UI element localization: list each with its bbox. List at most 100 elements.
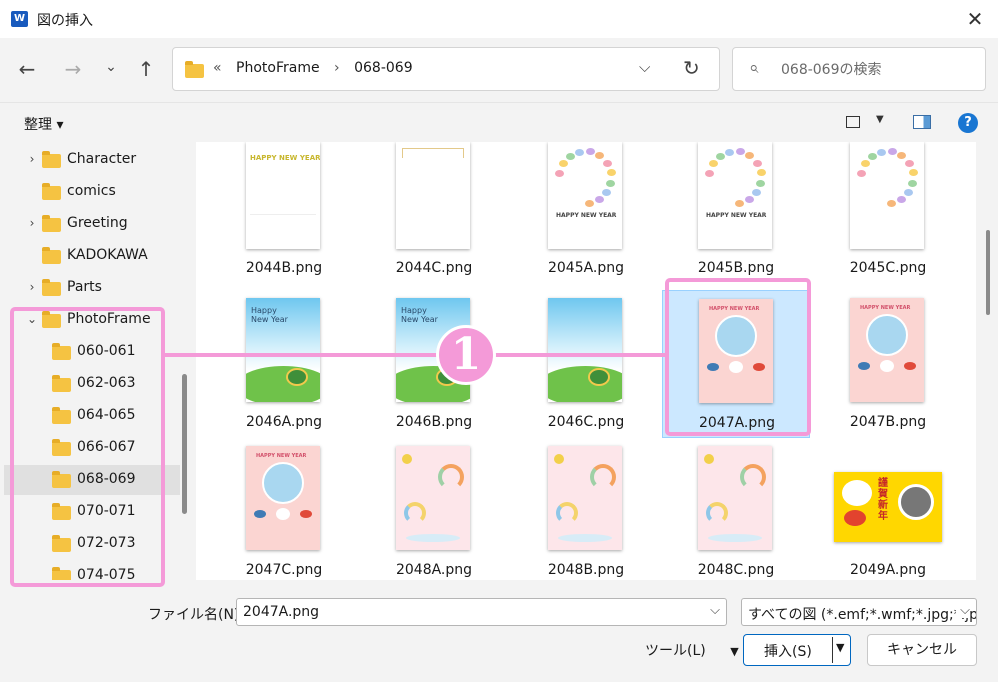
search-input[interactable] bbox=[781, 58, 971, 82]
file-thumbnail bbox=[396, 142, 470, 249]
thumb-flower bbox=[844, 510, 866, 526]
view-mode-icon[interactable] bbox=[846, 116, 860, 128]
file-item[interactable]: HAPPY NEW YEAR 2047B.png bbox=[814, 290, 962, 438]
chevron-right-icon[interactable]: › bbox=[26, 152, 38, 166]
filetype-value: すべての図 (*.emf;*.wmf;*.jpg;*.jp bbox=[748, 607, 977, 623]
thumb-leaf bbox=[606, 179, 616, 187]
thumb-rainbow bbox=[740, 464, 766, 490]
insert-dropdown-icon[interactable]: ▼ bbox=[836, 641, 844, 654]
sidebar-item-comics[interactable]: comics bbox=[4, 177, 180, 207]
view-dropdown-icon[interactable]: ▼ bbox=[876, 114, 884, 125]
tools-dropdown-icon: ▼ bbox=[730, 645, 739, 658]
file-thumbnail bbox=[698, 446, 772, 550]
chevron-right-icon[interactable]: › bbox=[334, 60, 340, 76]
file-name: 2045A.png bbox=[547, 260, 625, 276]
sidebar-item-character[interactable]: › Character bbox=[4, 145, 180, 175]
file-item[interactable]: HAPPY NEW YEAR 2047C.png bbox=[210, 438, 358, 580]
organize-button[interactable]: 整理 ▾ bbox=[24, 114, 63, 134]
file-item[interactable]: 2045C.png bbox=[814, 142, 962, 290]
address-bar[interactable]: « PhotoFrame › 068-069 ⌵ ↻ bbox=[172, 47, 720, 91]
highlight-frame-folders bbox=[10, 307, 165, 587]
preview-pane-icon[interactable] bbox=[913, 115, 931, 129]
thumb-shape bbox=[250, 214, 316, 215]
sidebar-item-parts[interactable]: › Parts bbox=[4, 273, 180, 303]
search-box[interactable]: ⌕ bbox=[732, 47, 986, 91]
navigation-bar: ← → ⌄ ↑ « PhotoFrame › 068-069 ⌵ ↻ ⌕ bbox=[0, 38, 998, 102]
file-list-scrollbar[interactable] bbox=[986, 230, 990, 315]
thumb-leaf bbox=[868, 152, 878, 160]
file-thumbnail bbox=[850, 142, 924, 249]
breadcrumb-068-069[interactable]: 068-069 bbox=[354, 60, 413, 76]
thumb-leaf bbox=[908, 179, 918, 187]
thumb-photo-circle bbox=[898, 484, 934, 520]
thumb-wreath bbox=[588, 368, 610, 386]
file-item[interactable]: 2048A.png bbox=[360, 438, 508, 580]
thumb-text: Happy New Year bbox=[401, 306, 438, 324]
sidebar-item-greeting[interactable]: › Greeting bbox=[4, 209, 180, 239]
file-name: 2047B.png bbox=[849, 414, 927, 430]
recent-locations-icon[interactable]: ⌄ bbox=[98, 54, 124, 80]
sidebar-item-label: Character bbox=[67, 151, 137, 167]
thumb-moon bbox=[402, 454, 412, 464]
thumb-leaf bbox=[594, 196, 604, 204]
filename-field[interactable]: 2047A.png ⌵ bbox=[236, 598, 727, 626]
thumb-rainbow bbox=[706, 502, 728, 524]
refresh-icon[interactable]: ↻ bbox=[683, 56, 700, 80]
thumb-cloud bbox=[708, 534, 762, 542]
breadcrumb-overflow[interactable]: « bbox=[213, 60, 222, 76]
chevron-down-icon[interactable]: ⌵ bbox=[956, 603, 970, 618]
file-item[interactable]: 謹賀新年 2049A.png bbox=[814, 438, 962, 580]
thumb-bunny bbox=[276, 508, 290, 520]
sidebar-item-kadokawa[interactable]: KADOKAWA bbox=[4, 241, 180, 271]
file-item[interactable]: Happy New Year 2046A.png bbox=[210, 290, 358, 438]
thumb-rainbow bbox=[438, 464, 464, 490]
chevron-down-icon[interactable]: ⌵ bbox=[710, 603, 720, 618]
chevron-right-icon[interactable]: › bbox=[26, 216, 38, 230]
file-name: 2048B.png bbox=[547, 562, 625, 578]
filetype-select[interactable]: すべての図 (*.emf;*.wmf;*.jpg;*.jp ⌵ bbox=[741, 598, 977, 626]
sidebar-scrollbar[interactable] bbox=[182, 374, 187, 514]
file-name: 2046A.png bbox=[245, 414, 323, 430]
file-thumbnail: Happy New Year bbox=[246, 298, 320, 402]
breadcrumb-photoframe[interactable]: PhotoFrame bbox=[236, 60, 320, 76]
breadcrumb: « PhotoFrame › 068-069 bbox=[213, 60, 423, 76]
folder-icon bbox=[42, 151, 61, 168]
title-bar: W 図の挿入 ✕ bbox=[0, 0, 998, 38]
file-name: 2045C.png bbox=[849, 260, 927, 276]
file-item[interactable]: 2044C.png bbox=[360, 142, 508, 290]
file-item[interactable]: HAPPY NEW YEAR 2045B.png bbox=[662, 142, 810, 290]
forward-arrow-icon[interactable]: → bbox=[60, 56, 86, 82]
file-name: 2047C.png bbox=[245, 562, 323, 578]
highlight-frame-selected-file bbox=[665, 278, 811, 436]
file-item[interactable]: 2048C.png bbox=[662, 438, 810, 580]
insert-button[interactable]: 挿入(S) ▼ bbox=[743, 634, 851, 666]
file-item[interactable]: 2046C.png bbox=[512, 290, 660, 438]
insert-label: 挿入(S) bbox=[764, 644, 812, 660]
help-icon[interactable]: ? bbox=[958, 113, 978, 133]
file-item[interactable]: HAPPY NEW YEAR 2044B.png bbox=[210, 142, 358, 290]
up-arrow-icon[interactable]: ↑ bbox=[133, 56, 159, 82]
thumb-photo-circle bbox=[262, 462, 304, 504]
thumb-leaf bbox=[904, 362, 916, 370]
thumb-leaf bbox=[602, 159, 612, 167]
file-thumbnail: HAPPY NEW YEAR bbox=[698, 142, 772, 249]
cancel-button[interactable]: キャンセル bbox=[867, 634, 977, 666]
sidebar-item-label: KADOKAWA bbox=[67, 247, 148, 263]
thumb-leaf bbox=[896, 196, 906, 204]
chevron-down-icon[interactable]: ⌵ bbox=[639, 58, 650, 76]
close-icon[interactable]: ✕ bbox=[958, 4, 992, 34]
file-item[interactable]: HAPPY NEW YEAR 2045A.png bbox=[512, 142, 660, 290]
tools-menu[interactable]: ツール(L) ▼ bbox=[645, 640, 739, 660]
chevron-right-icon[interactable]: › bbox=[26, 280, 38, 294]
thumb-leaf bbox=[858, 362, 870, 370]
back-arrow-icon[interactable]: ← bbox=[14, 56, 40, 82]
filename-label: ファイル名(N): bbox=[148, 607, 245, 623]
thumb-shape bbox=[463, 148, 464, 158]
thumb-leaf bbox=[908, 169, 918, 177]
thumb-leaf bbox=[887, 199, 897, 207]
thumb-hill bbox=[548, 366, 622, 402]
file-item[interactable]: 2048B.png bbox=[512, 438, 660, 580]
thumb-text: HAPPY NEW YEAR bbox=[556, 212, 617, 219]
thumb-hill bbox=[246, 366, 320, 402]
thumb-leaf bbox=[558, 160, 568, 168]
